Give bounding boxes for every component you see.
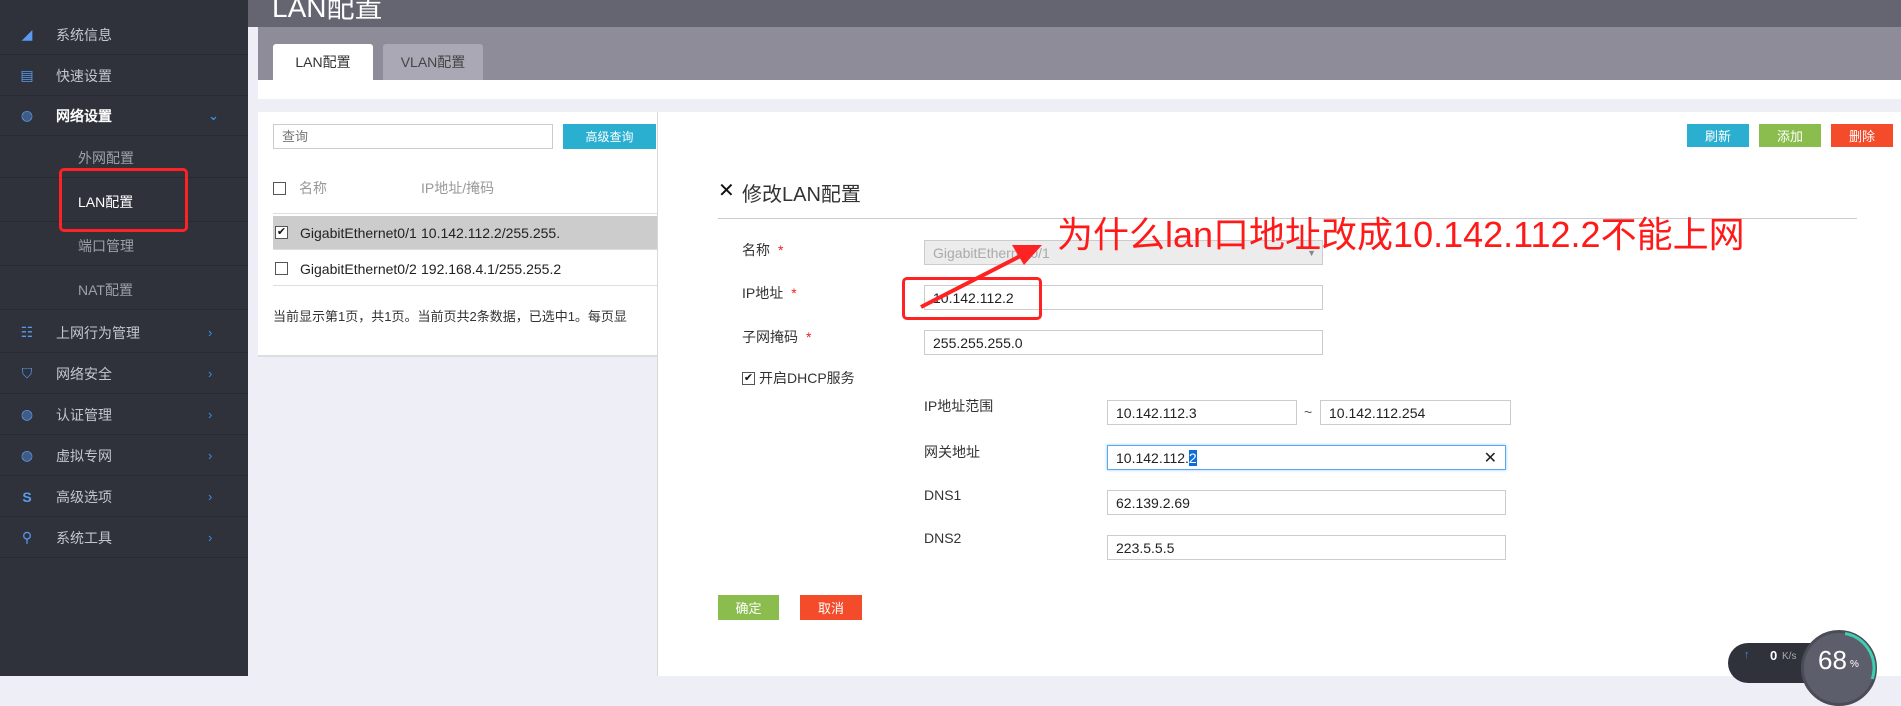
advanced-search-button[interactable]: 高级查询 [563,124,656,149]
sidebar-item-auth-management[interactable]: ◍ 认证管理 › [0,395,248,435]
sidebar-item-behavior-management[interactable]: ☷ 上网行为管理 › [0,313,248,353]
confirm-button[interactable]: 确定 [718,595,779,620]
gateway-input[interactable]: 10.142.112. 2 ✕ [1107,445,1506,470]
row-checkbox[interactable] [275,262,288,275]
annotation-arrow-icon [920,245,1042,309]
speedometer-icon: ◢ [21,26,33,42]
column-name: 名称 [299,180,327,196]
subnet-mask-input[interactable]: 255.255.255.0 [924,330,1323,355]
globe-user-icon: ◍ [20,447,34,463]
tab-content-strip [258,80,1901,99]
search-input[interactable] [273,124,553,149]
tab-bar: LAN配置 VLAN配置 [258,27,1901,80]
ip-range-label: IP地址范围 [924,398,994,414]
dns1-label: DNS1 [924,487,962,503]
sidebar-item-system-info[interactable]: ◢ 系统信息 [0,15,248,55]
s-logo-icon: S [22,488,32,505]
sidebar: ◢ 系统信息 ▤ 快速设置 ◍ 网络设置 ⌄ 外网配置 LAN配置 端口管理 NAT配置… [0,0,248,676]
dns2-input[interactable]: 223.5.5.5 [1107,535,1506,560]
dns2-label: DNS2 [924,530,962,546]
refresh-button[interactable]: 刷新 [1687,124,1749,147]
sidebar-item-quick-setup[interactable]: ▤ 快速设置 [0,56,248,96]
subnet-mask-label: 子网掩码 * [742,329,812,345]
chevron-right-icon: › [208,448,213,463]
delete-button[interactable]: 删除 [1831,124,1893,147]
dns1-input[interactable]: 62.139.2.69 [1107,490,1506,515]
gateway-label: 网关地址 [924,444,980,460]
lan-list-panel: 高级查询 名称 IP地址/掩码 ✔ GigabitEthernet0/1 10.… [258,112,657,357]
upload-speed: 0 [1770,648,1778,663]
table-header: 名称 IP地址/掩码 [273,178,657,198]
usage-percent: 68 [1818,645,1847,675]
chevron-right-icon: › [208,366,213,381]
shield-wifi-icon: ⛉ [21,365,33,381]
clear-icon[interactable]: ✕ [1484,448,1497,468]
column-ip-mask: IP地址/掩码 [421,180,495,196]
globe-icon: ◍ [20,107,34,123]
chevron-right-icon: › [208,489,213,504]
table-row[interactable]: GigabitEthernet0/2 192.168.4.1/255.255.2 [273,252,657,286]
chevron-down-icon: ⌄ [208,107,219,123]
annotation-highlight-box [59,168,188,232]
sidebar-item-nat-config[interactable]: NAT配置 [0,270,248,310]
tools-icon: ⚲ [21,529,33,545]
dialog-title: 修改LAN配置 [742,184,861,206]
page-header: LAN配置 [248,0,1901,27]
name-label: 名称 * [742,242,784,258]
annotation-text: 为什么lan口地址改成10.142.112.2不能上网 [1057,214,1745,255]
close-icon[interactable]: ✕ [718,178,735,203]
sidebar-item-port-management[interactable]: 端口管理 [0,226,248,266]
add-button[interactable]: 添加 [1759,124,1821,147]
tab-lan-config[interactable]: LAN配置 [273,44,373,80]
edit-lan-dialog: 刷新 添加 删除 ✕ 修改LAN配置 名称 * GigabitEthernet0/… [657,112,1901,676]
globe-icon: ◍ [20,406,34,422]
chevron-right-icon: › [208,530,213,545]
range-separator: ~ [1304,404,1313,420]
upload-arrow-icon: ↑ [1744,649,1750,661]
table-row[interactable]: ✔ GigabitEthernet0/1 10.142.112.2/255.25… [273,216,657,250]
pagination-info: 当前显示第1页，共1页。当前页共2条数据，已选中1。每页显 [273,309,627,324]
cancel-button[interactable]: 取消 [800,595,862,620]
document-wrench-icon: ▤ [20,67,34,83]
dhcp-checkbox[interactable]: ✔ [742,371,755,385]
sidebar-item-network-security[interactable]: ⛉ 网络安全 › [0,354,248,394]
network-tree-icon: ☷ [20,324,34,340]
dhcp-toggle[interactable]: ✔ 开启DHCP服务 [742,368,855,388]
chevron-right-icon: › [208,325,213,340]
sidebar-item-system-tools[interactable]: ⚲ 系统工具 › [0,518,248,558]
tab-vlan-config[interactable]: VLAN配置 [383,44,483,80]
chevron-right-icon: › [208,407,213,422]
ip-range-end-input[interactable]: 10.142.112.254 [1320,400,1511,425]
ip-range-start-input[interactable]: 10.142.112.3 [1107,400,1297,425]
sidebar-item-network-settings[interactable]: ◍ 网络设置 ⌄ [0,96,248,136]
row-checkbox[interactable]: ✔ [275,226,288,239]
usage-gauge: 68 % [1801,630,1877,706]
speed-unit: K/s [1782,651,1797,662]
sidebar-item-advanced[interactable]: S 高级选项 › [0,477,248,517]
ip-label: IP地址 * [742,285,797,301]
sidebar-item-vpn[interactable]: ◍ 虚拟专网 › [0,436,248,476]
page-title: LAN配置 [272,0,383,23]
select-all-checkbox[interactable] [273,181,286,195]
